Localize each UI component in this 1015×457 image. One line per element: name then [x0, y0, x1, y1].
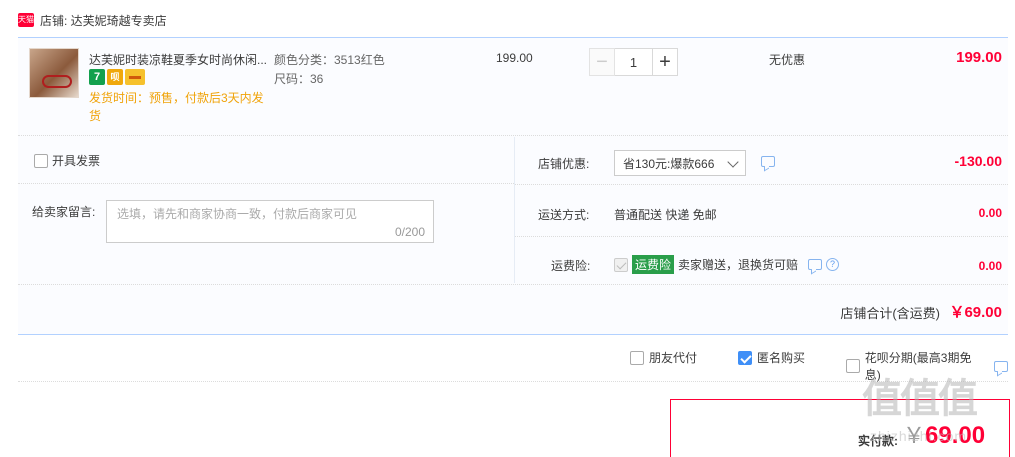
unit-price: 199.00	[496, 51, 533, 65]
ship-time-note: 发货时间：预售，付款后3天内发货	[89, 91, 264, 123]
payment-options-row: 朋友代付 匿名购买 花呗分期(最高3期免息)	[18, 334, 1008, 382]
shop-coupon-select[interactable]: 省130元:爆款666	[614, 150, 746, 176]
watermark-url: zhizhizhi.com	[870, 428, 968, 444]
order-block: 达芙妮时装凉鞋夏季女时尚休闲... 7 呗 发货时间：预售，付款后3天内发货 颜…	[18, 37, 1008, 335]
chevron-down-icon	[727, 156, 739, 168]
insurance-tag: 运费险	[632, 255, 675, 274]
coupon-selected-value: 省130元:爆款666	[623, 156, 715, 171]
shop-discount-amount: -130.00	[954, 153, 1002, 169]
decrease-quantity-button[interactable]: −	[589, 48, 615, 76]
invoice-checkbox[interactable]	[34, 153, 48, 168]
anonymous-purchase-label: 匿名购买	[757, 351, 806, 365]
huabei-icon[interactable]: 呗	[107, 69, 123, 85]
shipping-insurance-row: 运费险: 运费险 卖家赠送，退换货可赔 ? 0.00	[515, 237, 1008, 283]
chat-bubble-icon[interactable]	[761, 156, 775, 167]
invoice-option[interactable]: 开具发票	[34, 152, 100, 169]
item-discount-note: 无优惠	[769, 53, 806, 67]
seller-message-box[interactable]: 0/200	[106, 200, 434, 243]
service-badges: 7 呗	[89, 69, 145, 85]
shop-total-row: 店铺合计(含运费) ￥69.00	[18, 284, 1008, 335]
shipping-method: 普通配送 快递 免邮	[614, 208, 717, 222]
shipping-row: 运送方式: 普通配送 快递 免邮 0.00	[515, 185, 1008, 237]
sku-size: 尺码：36	[274, 72, 324, 86]
insurance-checkbox	[614, 257, 628, 272]
shop-discount-label: 店铺优惠:	[538, 157, 590, 171]
chat-bubble-icon[interactable]	[808, 259, 823, 270]
item-subtotal: 199.00	[956, 49, 1002, 66]
shop-header: 天猫 店铺: 达芙妮琦越专卖店	[18, 10, 167, 30]
sku-info: 颜色分类：3513红色 尺码：36	[274, 51, 385, 89]
sku-color: 颜色分类：3513红色	[274, 53, 385, 67]
quantity-input[interactable]	[615, 48, 652, 76]
seller-message-label: 给卖家留言:	[32, 205, 96, 219]
message-char-counter: 0/200	[394, 225, 425, 239]
watermark-logo: 值值值	[862, 377, 978, 421]
insurance-text: 卖家赠送，退换货可赔	[678, 258, 799, 272]
huabei-installment-checkbox[interactable]	[846, 359, 860, 373]
chat-bubble-icon[interactable]	[994, 360, 1008, 372]
seller-message-input[interactable]	[117, 207, 417, 221]
insurance-label: 运费险:	[551, 259, 591, 273]
friend-pay-label: 朋友代付	[649, 351, 698, 365]
increase-quantity-button[interactable]: +	[652, 48, 678, 76]
friend-pay-option[interactable]: 朋友代付	[630, 349, 697, 366]
insurance-detail: 运费险 卖家赠送，退换货可赔 ?	[614, 255, 840, 274]
shop-total-label: 店铺合计(含运费)	[840, 306, 940, 321]
left-divider	[18, 183, 514, 184]
shipping-fee: 0.00	[978, 206, 1002, 220]
friend-pay-checkbox[interactable]	[630, 350, 644, 365]
shop-name-link[interactable]: 店铺: 达芙妮琦越专卖店	[40, 12, 167, 29]
insurance-fee: 0.00	[978, 259, 1002, 273]
credit-card-icon[interactable]	[125, 69, 145, 85]
anonymous-purchase-option[interactable]: 匿名购买	[738, 349, 805, 366]
product-thumbnail[interactable]	[29, 48, 79, 98]
anonymous-purchase-checkbox[interactable]	[738, 350, 752, 365]
quantity-stepper: − +	[589, 48, 678, 76]
invoice-label: 开具发票	[52, 154, 101, 168]
seven-day-return-icon[interactable]: 7	[89, 69, 105, 85]
product-title-link[interactable]: 达芙妮时装凉鞋夏季女时尚休闲...	[89, 51, 269, 68]
shop-discount-row: 店铺优惠: 省130元:爆款666 -130.00	[515, 137, 1008, 185]
shipping-label: 运送方式:	[538, 208, 590, 222]
tmall-logo-icon: 天猫	[18, 13, 34, 27]
order-item-row: 达芙妮时装凉鞋夏季女时尚休闲... 7 呗 发货时间：预售，付款后3天内发货 颜…	[18, 38, 1008, 136]
shop-total-value: ￥69.00	[949, 304, 1002, 321]
help-icon[interactable]: ?	[826, 258, 840, 271]
